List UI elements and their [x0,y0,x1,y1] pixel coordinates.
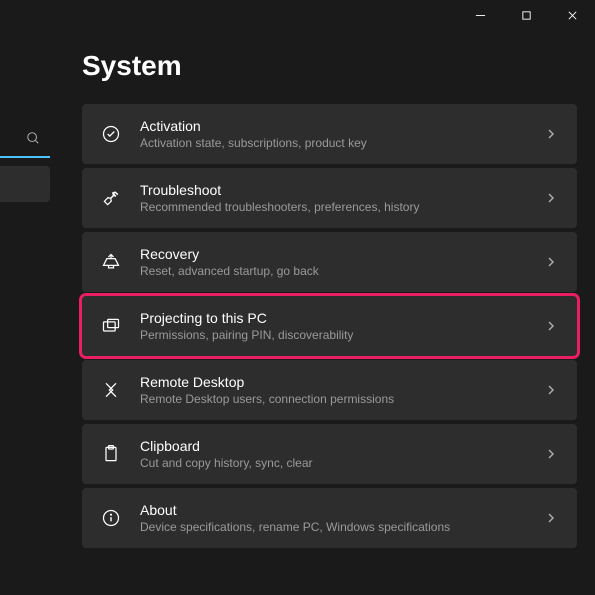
setting-title: Recovery [140,246,527,262]
setting-item-clipboard[interactable]: Clipboard Cut and copy history, sync, cl… [82,424,577,484]
chevron-right-icon [545,319,559,333]
setting-desc: Permissions, pairing PIN, discoverabilit… [140,328,527,342]
sidebar-item-partial[interactable] [0,166,50,202]
setting-desc: Remote Desktop users, connection permiss… [140,392,527,406]
setting-item-troubleshoot[interactable]: Troubleshoot Recommended troubleshooters… [82,168,577,228]
chevron-right-icon [545,127,559,141]
setting-desc: Cut and copy history, sync, clear [140,456,527,470]
recovery-icon [100,251,122,273]
chevron-right-icon [545,191,559,205]
setting-item-activation[interactable]: Activation Activation state, subscriptio… [82,104,577,164]
setting-title: Clipboard [140,438,527,454]
setting-text: Recovery Reset, advanced startup, go bac… [140,246,527,278]
info-icon [100,507,122,529]
setting-text: Clipboard Cut and copy history, sync, cl… [140,438,527,470]
setting-desc: Recommended troubleshooters, preferences… [140,200,527,214]
chevron-right-icon [545,447,559,461]
search-input[interactable] [0,124,50,158]
setting-desc: Reset, advanced startup, go back [140,264,527,278]
search-icon [26,131,40,150]
minimize-button[interactable] [457,0,503,30]
setting-item-recovery[interactable]: Recovery Reset, advanced startup, go bac… [82,232,577,292]
maximize-button[interactable] [503,0,549,30]
setting-item-remote-desktop[interactable]: Remote Desktop Remote Desktop users, con… [82,360,577,420]
chevron-right-icon [545,511,559,525]
setting-text: About Device specifications, rename PC, … [140,502,527,534]
settings-list: Activation Activation state, subscriptio… [82,104,577,548]
setting-text: Activation Activation state, subscriptio… [140,118,527,150]
setting-text: Projecting to this PC Permissions, pairi… [140,310,527,342]
page-title: System [82,50,182,82]
setting-text: Remote Desktop Remote Desktop users, con… [140,374,527,406]
check-circle-icon [100,123,122,145]
setting-item-about[interactable]: About Device specifications, rename PC, … [82,488,577,548]
chevron-right-icon [545,255,559,269]
setting-desc: Device specifications, rename PC, Window… [140,520,527,534]
close-button[interactable] [549,0,595,30]
setting-title: Activation [140,118,527,134]
titlebar [457,0,595,30]
setting-desc: Activation state, subscriptions, product… [140,136,527,150]
setting-title: Troubleshoot [140,182,527,198]
setting-item-projecting-to-this-pc[interactable]: Projecting to this PC Permissions, pairi… [82,296,577,356]
setting-title: Projecting to this PC [140,310,527,326]
setting-title: About [140,502,527,518]
setting-text: Troubleshoot Recommended troubleshooters… [140,182,527,214]
chevron-right-icon [545,383,559,397]
clipboard-icon [100,443,122,465]
wrench-icon [100,187,122,209]
project-icon [100,315,122,337]
remote-icon [100,379,122,401]
setting-title: Remote Desktop [140,374,527,390]
